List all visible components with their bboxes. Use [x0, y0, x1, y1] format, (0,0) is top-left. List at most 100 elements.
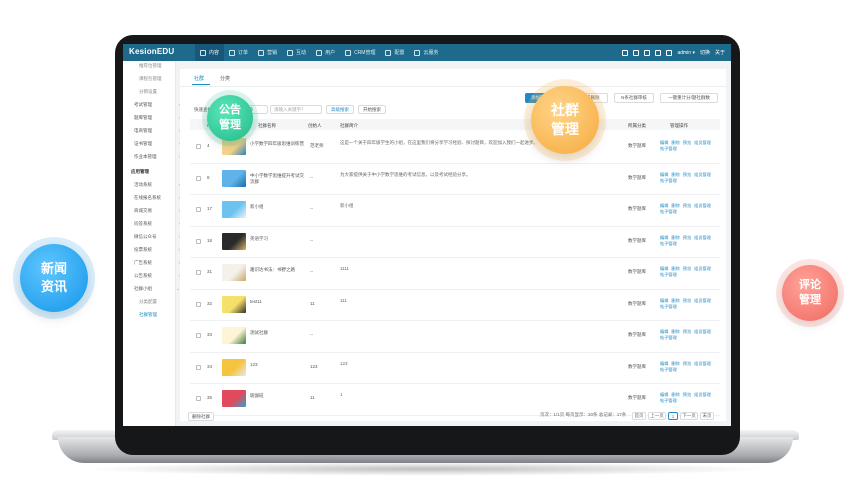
community-thumbnail[interactable] — [222, 390, 246, 407]
edit-link[interactable]: 编辑 — [660, 140, 668, 145]
row-name[interactable]: 中小学数学思维提升考试交流群 — [250, 173, 305, 185]
row-checkbox[interactable] — [196, 207, 201, 212]
advanced-search-button[interactable]: 高级搜索 — [326, 105, 354, 114]
delete-link[interactable]: 删除 — [671, 266, 679, 271]
edit-link[interactable]: 编辑 — [660, 172, 668, 177]
members-link[interactable]: 组员管理 — [694, 329, 711, 334]
preview-link[interactable]: 预览 — [683, 203, 691, 208]
last-page-button[interactable]: 末页 — [700, 412, 714, 420]
sidebar-item-activity[interactable]: 活动系统› — [123, 182, 186, 188]
posts-link[interactable]: 帖子管理 — [660, 335, 677, 340]
posts-link[interactable]: 帖子管理 — [660, 304, 677, 309]
members-link[interactable]: 组员管理 — [694, 140, 711, 145]
row-checkbox[interactable] — [196, 396, 201, 401]
row-name[interactable]: test11 — [250, 299, 305, 305]
sidebar-item-ads[interactable]: 广告系统› — [123, 260, 186, 266]
start-search-button[interactable]: 开始搜索 — [358, 105, 386, 114]
sidebar-item-notice[interactable]: 公告系统› — [123, 273, 186, 279]
preview-link[interactable]: 预览 — [683, 266, 691, 271]
preview-link[interactable]: 预览 — [683, 361, 691, 366]
edit-link[interactable]: 编辑 — [660, 298, 668, 303]
edit-link[interactable]: 编辑 — [660, 392, 668, 397]
next-page-button[interactable]: 下一页 — [680, 412, 698, 420]
posts-link[interactable]: 帖子管理 — [660, 398, 677, 403]
row-name[interactable]: 小学数学四年级思维训练营 — [250, 141, 305, 147]
delete-community-button[interactable]: 删除社群 — [188, 412, 214, 421]
delete-link[interactable]: 删除 — [671, 203, 679, 208]
edit-link[interactable]: 编辑 — [660, 203, 668, 208]
row-name[interactable]: 英语学习 — [250, 236, 305, 242]
sidebar-item-wechat[interactable]: 微信公众号› — [123, 234, 186, 240]
row-checkbox[interactable] — [196, 301, 201, 307]
nav-item-config[interactable]: 配置 — [380, 44, 409, 61]
nav-item-users[interactable]: 用户 — [311, 44, 340, 61]
community-thumbnail[interactable] — [222, 201, 246, 218]
posts-link[interactable]: 帖子管理 — [660, 241, 677, 246]
delete-link[interactable]: 删除 — [671, 361, 679, 366]
edit-link[interactable]: 编辑 — [660, 361, 668, 366]
sidebar-item-certificate[interactable]: 证书管理› — [123, 141, 186, 147]
mobile-icon[interactable] — [644, 49, 651, 56]
edit-link[interactable]: 编辑 — [660, 266, 668, 271]
home-icon[interactable] — [622, 49, 629, 56]
delete-link[interactable]: 删除 — [671, 298, 679, 303]
members-link[interactable]: 组员管理 — [694, 298, 711, 303]
edit-link[interactable]: 编辑 — [660, 235, 668, 240]
sidebar-item-qa[interactable]: 问答系统› — [123, 221, 186, 227]
row-checkbox[interactable] — [196, 238, 201, 244]
sidebar-item-ecommerce[interactable]: 电商管理› — [123, 128, 186, 134]
row-name[interactable]: 123 — [250, 362, 305, 368]
admin-menu[interactable]: admin ▾ — [677, 50, 695, 56]
avatar[interactable] — [666, 49, 673, 56]
prev-page-button[interactable]: 上一页 — [648, 412, 666, 420]
row-checkbox[interactable] — [196, 144, 201, 149]
delete-link[interactable]: 删除 — [671, 392, 679, 397]
posts-link[interactable]: 帖子管理 — [660, 209, 677, 214]
row-checkbox[interactable] — [196, 333, 201, 338]
members-link[interactable]: 组员管理 — [694, 266, 711, 271]
row-name[interactable]: 趣识达书法：书野之路 — [250, 267, 305, 273]
delete-link[interactable]: 删除 — [671, 235, 679, 240]
row-name[interactable]: 新小组 — [250, 204, 305, 210]
preview-link[interactable]: 预览 — [683, 329, 691, 334]
posts-link[interactable]: 帖子管理 — [660, 146, 677, 151]
sidebar-item-signup[interactable]: 在线报名系统› — [123, 195, 186, 201]
preview-link[interactable]: 预览 — [683, 392, 691, 397]
members-link[interactable]: 组员管理 — [694, 235, 711, 240]
nav-item-cloud[interactable]: 云服务 — [409, 44, 443, 61]
row-name[interactable]: 测试社群 — [250, 330, 305, 336]
nav-item-crm[interactable]: CRM管理 — [340, 44, 380, 61]
members-link[interactable]: 组员管理 — [694, 361, 711, 366]
community-thumbnail[interactable] — [222, 232, 246, 250]
community-thumbnail[interactable] — [222, 169, 246, 187]
community-thumbnail[interactable] — [222, 327, 246, 344]
sidebar-item-vote[interactable]: 投票系统› — [123, 247, 186, 253]
switch-link[interactable]: 切换 — [700, 49, 710, 56]
recount-button[interactable]: 一键重计分/题社群数 — [660, 93, 718, 103]
page-1-button[interactable]: 1 — [668, 412, 678, 420]
first-page-button[interactable]: 首页 — [632, 412, 646, 420]
row-checkbox[interactable] — [196, 364, 201, 370]
nav-item-marketing[interactable]: 营销 — [253, 44, 282, 61]
members-link[interactable]: 组员管理 — [694, 392, 711, 397]
sidebar-item-mall[interactable]: 商城交易› — [123, 208, 186, 214]
nav-item-content[interactable]: 内容 — [195, 44, 225, 61]
tab-community[interactable]: 社群 — [194, 75, 204, 82]
members-link[interactable]: 组员管理 — [694, 172, 711, 177]
posts-link[interactable]: 帖子管理 — [660, 178, 677, 183]
delete-link[interactable]: 删除 — [671, 172, 679, 177]
preview-link[interactable]: 预览 — [683, 140, 691, 145]
preview-link[interactable]: 预览 — [683, 172, 691, 177]
delete-link[interactable]: 删除 — [671, 140, 679, 145]
posts-link[interactable]: 帖子管理 — [660, 272, 677, 277]
preview-link[interactable]: 预览 — [683, 298, 691, 303]
row-checkbox[interactable] — [196, 175, 201, 181]
review-button[interactable]: N条社群审核 — [614, 93, 654, 103]
community-thumbnail[interactable] — [222, 264, 246, 281]
delete-link[interactable]: 删除 — [671, 329, 679, 334]
sidebar-item-community[interactable]: 社群小组 ⌄ — [123, 286, 186, 292]
refresh-icon[interactable] — [655, 49, 662, 56]
sidebar-item-question-bank[interactable]: 题库管理› — [123, 115, 186, 121]
preview-link[interactable]: 预览 — [683, 235, 691, 240]
sidebar-item-homework[interactable]: 作业本管理› — [123, 154, 186, 160]
